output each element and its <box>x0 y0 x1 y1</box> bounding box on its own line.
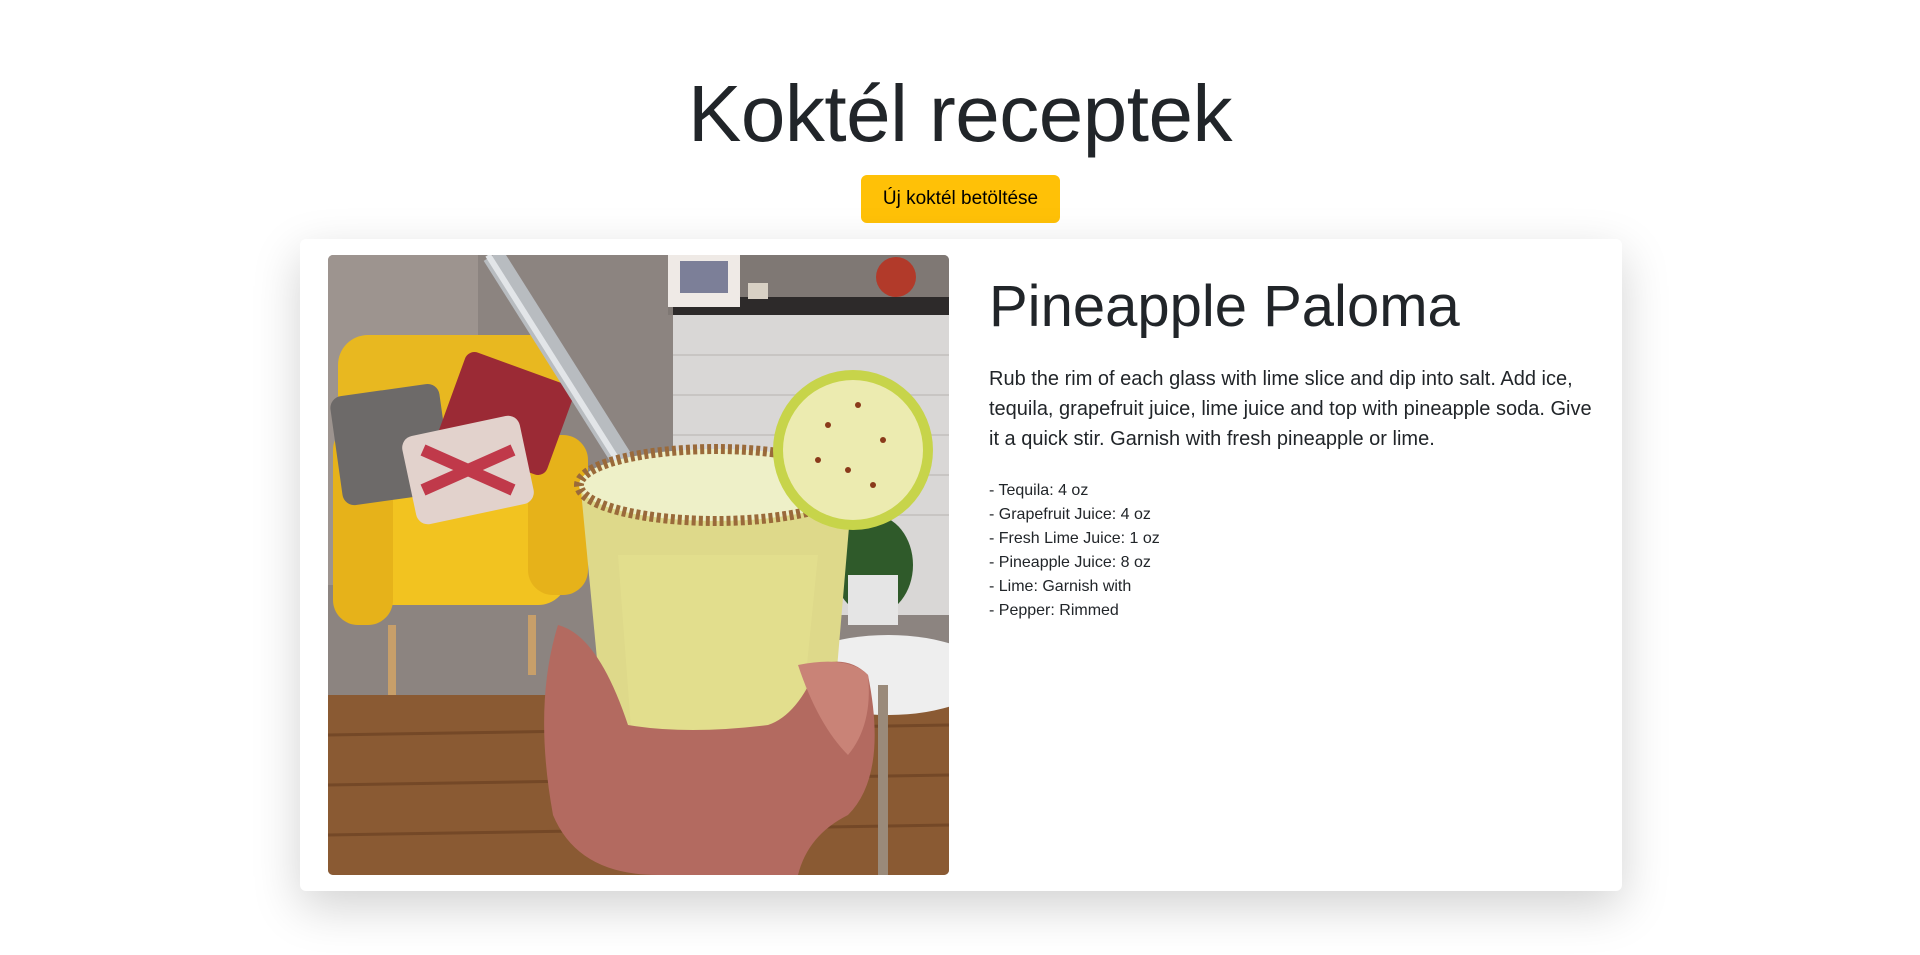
cocktail-instructions: Rub the rim of each glass with lime slic… <box>989 368 1592 450</box>
ingredient-item: - Pineapple Juice: 8 oz <box>989 554 1151 571</box>
ingredient-item: - Fresh Lime Juice: 1 oz <box>989 530 1160 547</box>
cocktail-name: Pineapple Paloma <box>989 274 1460 339</box>
ingredients-list: - Tequila: 4 oz - Grapefruit Juice: 4 oz… <box>989 479 1599 623</box>
cocktail-card: Pineapple Paloma Rub the rim of each gla… <box>300 239 1622 891</box>
ingredient-item: - Lime: Garnish with <box>989 578 1132 595</box>
ingredient-item: - Pepper: Rimmed <box>989 602 1119 619</box>
page-title: Koktél receptek <box>688 69 1232 158</box>
ingredient-item: - Tequila: 4 oz <box>989 482 1089 499</box>
recipe-details: Pineapple Paloma Rub the rim of each gla… <box>989 272 1599 623</box>
cocktail-photo <box>328 255 949 875</box>
load-new-cocktail-button[interactable]: Új koktél betöltése <box>861 175 1060 223</box>
page: Koktél receptek Új koktél betöltése Pine… <box>0 0 1920 955</box>
ingredient-item: - Grapefruit Juice: 4 oz <box>989 506 1151 523</box>
